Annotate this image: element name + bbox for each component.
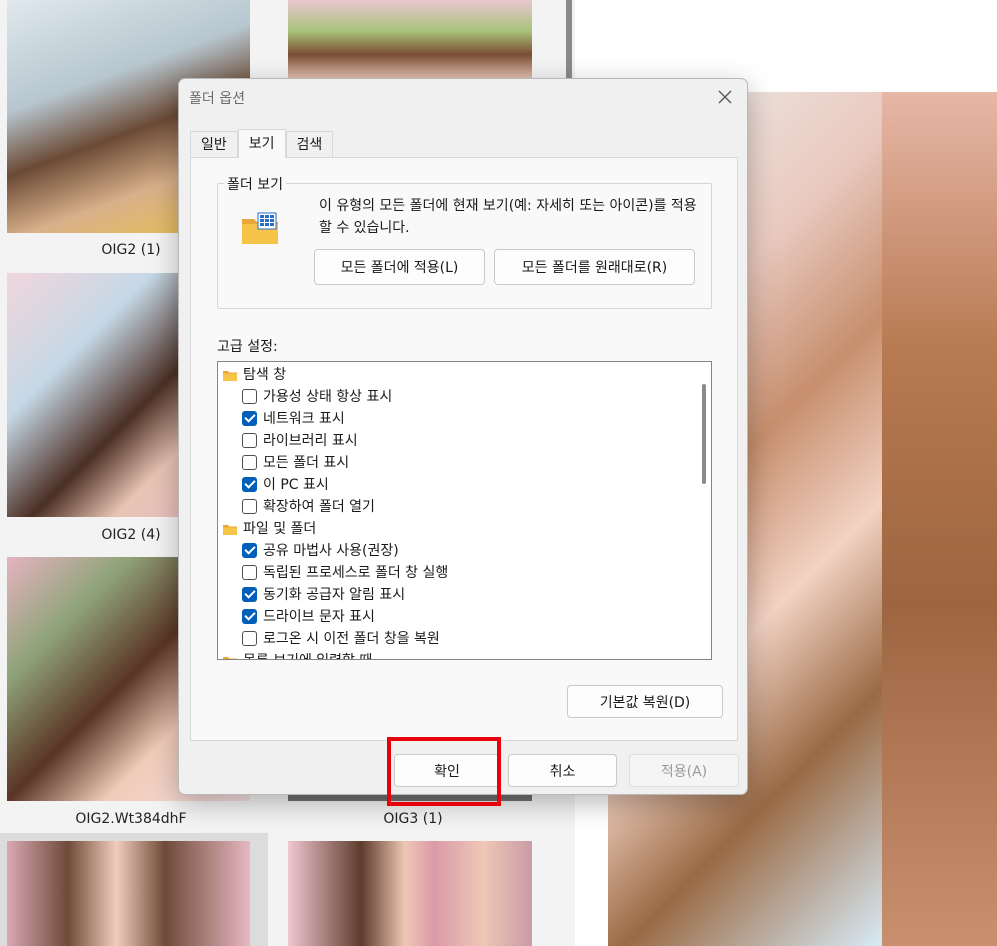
- restore-defaults-button[interactable]: 기본값 복원(D): [567, 685, 723, 718]
- thumbnail-image[interactable]: [288, 0, 532, 78]
- checkbox[interactable]: [242, 388, 257, 404]
- tree-item-label: 독립된 프로세스로 폴더 창 실행: [263, 565, 449, 581]
- tree-checkbox-row[interactable]: 드라이브 문자 표시: [242, 605, 375, 627]
- tree-checkbox-row[interactable]: 확장하여 폴더 열기: [242, 495, 375, 517]
- folder-view-group: 폴더 보기 이 유형의 모든 폴더에 현재 보기(예: 자세히 또는 아이콘)를…: [217, 174, 712, 309]
- tree-checkbox-row[interactable]: 모든 폴더 표시: [242, 451, 349, 473]
- tab-search[interactable]: 검색: [285, 131, 334, 157]
- folder-icon: [223, 523, 237, 535]
- tree-folder-row: 탐색 창: [223, 363, 286, 385]
- tree-item-label: 동기화 공급자 알림 표시: [263, 587, 406, 603]
- tree-checkbox-row[interactable]: 로그온 시 이전 폴더 창을 복원: [242, 627, 440, 649]
- tree-checkbox-row[interactable]: 공유 마법사 사용(권장): [242, 539, 399, 561]
- tree-checkbox-row[interactable]: 라이브러리 표시: [242, 429, 358, 451]
- tree-item-label: 드라이브 문자 표시: [263, 609, 375, 625]
- view-tab-panel: 폴더 보기 이 유형의 모든 폴더에 현재 보기(예: 자세히 또는 아이콘)를…: [190, 157, 738, 741]
- folder-options-dialog: 폴더 옵션 일반 보기 검색 폴더 보기 이 유형의 모든 폴더에 현재 보기(…: [178, 78, 748, 795]
- checkbox[interactable]: [242, 498, 257, 514]
- tree-item-label: 확장하여 폴더 열기: [263, 499, 375, 515]
- thumbnail-image[interactable]: [7, 841, 250, 946]
- checkbox[interactable]: [242, 586, 257, 602]
- checkbox[interactable]: [242, 454, 257, 470]
- thumbnail-image[interactable]: [288, 841, 532, 946]
- folder-view-description: 이 유형의 모든 폴더에 현재 보기(예: 자세히 또는 아이콘)를 적용할 수…: [319, 198, 697, 236]
- thumbnail-caption: OIG3 (1): [383, 811, 443, 827]
- reset-all-folders-button[interactable]: 모든 폴더를 원래대로(R): [494, 249, 695, 285]
- tree-scrollbar[interactable]: [697, 362, 711, 659]
- tree-scrollbar-thumb[interactable]: [702, 384, 706, 484]
- tree-checkbox-row[interactable]: 이 PC 표시: [242, 473, 329, 495]
- tree-checkbox-row[interactable]: 동기화 공급자 알림 표시: [242, 583, 405, 605]
- tree-item-label: 파일 및 폴더: [243, 521, 317, 537]
- tree-checkbox-row[interactable]: 독립된 프로세스로 폴더 창 실행: [242, 561, 448, 583]
- cancel-button[interactable]: 취소: [508, 754, 617, 787]
- tree-item-label: 네트워크 표시: [263, 411, 345, 427]
- tree-item-label: 모든 폴더 표시: [263, 455, 350, 471]
- tree-item-label: 라이브러리 표시: [263, 433, 358, 449]
- preview-image-strip: [882, 92, 997, 946]
- tree-item-label: 이 PC 표시: [263, 477, 329, 493]
- apply-to-all-folders-button[interactable]: 모든 폴더에 적용(L): [314, 249, 485, 285]
- folder-view-icon: [240, 211, 280, 247]
- checkbox[interactable]: [242, 410, 257, 426]
- scrollbar-thumb[interactable]: [566, 0, 572, 78]
- tree-item-label: 공유 마법사 사용(권장): [263, 543, 399, 559]
- ok-button-highlight: [387, 737, 501, 806]
- tree-item-label: 로그온 시 이전 폴더 창을 복원: [263, 631, 440, 647]
- tab-view[interactable]: 보기: [237, 129, 286, 158]
- tree-item-label: 목록 보기에 입력할 때: [243, 650, 372, 659]
- tree-checkbox-row[interactable]: 네트워크 표시: [242, 407, 345, 429]
- checkbox[interactable]: [242, 630, 257, 646]
- apply-button[interactable]: 적용(A): [629, 754, 739, 787]
- tree-item-label: 탐색 창: [243, 367, 287, 383]
- dialog-title: 폴더 옵션: [189, 91, 245, 107]
- checkbox[interactable]: [242, 476, 257, 492]
- tree-checkbox-row[interactable]: 가용성 상태 항상 표시: [242, 385, 392, 407]
- tree-folder-row: 파일 및 폴더: [223, 517, 316, 539]
- tree-item-label: 가용성 상태 항상 표시: [263, 389, 393, 405]
- tab-general[interactable]: 일반: [190, 131, 238, 157]
- thumbnail-caption: OIG2.Wt384dhF: [75, 811, 187, 827]
- close-icon[interactable]: [713, 85, 737, 109]
- folder-icon: [223, 369, 237, 381]
- tree-folder-row: 목록 보기에 입력할 때: [223, 649, 372, 659]
- checkbox[interactable]: [242, 432, 257, 448]
- folder-icon: [223, 655, 237, 659]
- folder-view-legend: 폴더 보기: [224, 174, 286, 194]
- advanced-settings-label: 고급 설정:: [217, 339, 278, 355]
- advanced-settings-tree: 탐색 창가용성 상태 항상 표시네트워크 표시라이브러리 표시모든 폴더 표시이…: [217, 361, 712, 660]
- tab-strip: 일반 보기 검색: [190, 129, 334, 158]
- checkbox[interactable]: [242, 608, 257, 624]
- checkbox[interactable]: [242, 564, 257, 580]
- checkbox[interactable]: [242, 542, 257, 558]
